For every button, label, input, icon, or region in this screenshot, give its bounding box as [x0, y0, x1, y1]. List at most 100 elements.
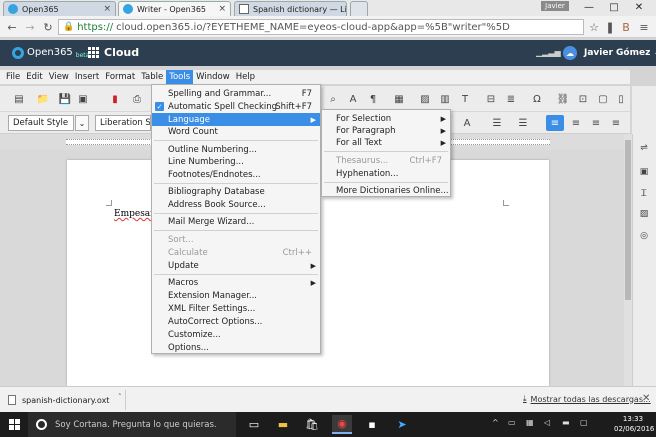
- menu-item-for-all-text[interactable]: For all Text ▶: [322, 136, 450, 149]
- forward-arrow-icon[interactable]: →: [22, 19, 38, 35]
- url-input[interactable]: 🔒 https:// cloud.open365.io/?EYETHEME_NA…: [58, 19, 584, 35]
- align-left-button[interactable]: ≡: [546, 115, 564, 131]
- sidebar-styles-icon[interactable]: Ꮖ: [638, 188, 650, 200]
- menu-item-extension-manager[interactable]: Extension Manager...: [152, 289, 320, 302]
- save-icon[interactable]: 💾: [58, 92, 72, 106]
- font-name-select[interactable]: Liberation Se: [95, 115, 151, 131]
- menu-item-address-book[interactable]: Address Book Source...: [152, 198, 320, 211]
- menu-item-bibliography[interactable]: Bibliography Database: [152, 185, 320, 198]
- menu-view[interactable]: View: [46, 70, 72, 84]
- insert-text-box-icon[interactable]: T: [458, 92, 472, 106]
- reload-icon[interactable]: ↻: [40, 19, 56, 35]
- task-view-icon[interactable]: ▭: [244, 415, 264, 434]
- menu-item-hyphenation[interactable]: Hyphenation...: [322, 167, 450, 180]
- menu-file[interactable]: File: [3, 70, 23, 84]
- menu-window[interactable]: Window: [193, 70, 233, 84]
- insert-image-icon[interactable]: ▨: [418, 92, 432, 106]
- menu-item-customize[interactable]: Customize...: [152, 328, 320, 341]
- numbered-list-icon[interactable]: ☰: [516, 116, 530, 130]
- sidebar-properties-icon[interactable]: ▣: [638, 166, 650, 178]
- sidebar-navigator-icon[interactable]: ◎: [638, 230, 650, 242]
- chevron-down-icon[interactable]: ⌄: [75, 115, 89, 131]
- formatting-marks-icon[interactable]: ¶: [366, 92, 380, 106]
- menu-format[interactable]: Format: [102, 70, 138, 84]
- system-clock[interactable]: 13:33 02/06/2016: [614, 414, 654, 434]
- menu-item-spelling[interactable]: Spelling and Grammar... F7: [152, 87, 320, 100]
- open365-logo[interactable]: Open365 beta: [12, 46, 89, 59]
- browser-user-badge[interactable]: Javier: [541, 1, 569, 11]
- bulleted-list-icon[interactable]: ☰: [490, 116, 504, 130]
- menu-item-autocorrect[interactable]: AutoCorrect Options...: [152, 315, 320, 328]
- insert-table-icon[interactable]: ▦: [392, 92, 406, 106]
- align-right-button[interactable]: ≡: [587, 115, 605, 131]
- comment-icon[interactable]: ▢: [596, 92, 610, 106]
- footnote-icon[interactable]: ⊡: [576, 92, 590, 106]
- menu-item-mail-merge[interactable]: Mail Merge Wizard...: [152, 215, 320, 228]
- menu-item-xml-filter[interactable]: XML Filter Settings...: [152, 302, 320, 315]
- maximize-button[interactable]: □: [603, 0, 625, 14]
- menu-item-auto-spell[interactable]: ✓ Automatic Spell Checking Shift+F7: [152, 100, 320, 113]
- menu-item-more-dictionaries[interactable]: More Dictionaries Online...: [322, 184, 450, 197]
- new-tab-button[interactable]: [350, 1, 368, 16]
- close-tab-icon[interactable]: ×: [218, 4, 226, 14]
- justify-button[interactable]: ≡: [607, 115, 625, 131]
- cortana-search-box[interactable]: Soy Cortana. Pregunta lo que quieras.: [28, 412, 236, 437]
- menu-item-macros[interactable]: Macros ▶: [152, 276, 320, 289]
- start-button[interactable]: [0, 412, 28, 437]
- volume-icon[interactable]: ◁: [544, 418, 550, 427]
- paragraph-style-select[interactable]: Default Style: [8, 115, 74, 131]
- cloud-apps-button[interactable]: Cloud: [88, 46, 139, 59]
- chrome-icon[interactable]: ◉: [332, 415, 352, 434]
- document-text[interactable]: Empesan: [114, 209, 156, 219]
- spelling-icon[interactable]: A: [346, 92, 360, 106]
- insert-page-break-icon[interactable]: ⊟: [484, 92, 498, 106]
- close-download-bar-icon[interactable]: ✕: [642, 393, 650, 404]
- extension-icon[interactable]: ❚: [602, 19, 618, 35]
- menu-tools[interactable]: Tools: [166, 70, 194, 84]
- sidebar-gallery-icon[interactable]: ▨: [638, 208, 650, 220]
- extension-b-icon[interactable]: B: [618, 19, 634, 35]
- track-changes-icon[interactable]: ▯: [614, 92, 628, 106]
- open-folder-icon[interactable]: 📁: [36, 92, 50, 106]
- export-pdf-icon[interactable]: ▮: [108, 92, 122, 106]
- align-center-button[interactable]: ≡: [567, 115, 585, 131]
- close-tab-icon[interactable]: ×: [103, 4, 111, 14]
- menu-table[interactable]: Table: [138, 70, 166, 84]
- insert-field-icon[interactable]: ≣: [504, 92, 518, 106]
- print-icon[interactable]: ⎙: [130, 92, 144, 106]
- cloud-sync-icon[interactable]: ☁: [563, 46, 577, 60]
- menu-item-calculate[interactable]: Calculate Ctrl++: [152, 246, 320, 259]
- show-all-downloads-link[interactable]: ⤓ Mostrar todas las descargas...: [523, 394, 651, 404]
- close-window-button[interactable]: ✕: [628, 0, 650, 14]
- battery-icon[interactable]: ▭: [508, 418, 516, 427]
- menu-item-word-count[interactable]: Word Count: [152, 125, 320, 138]
- find-replace-icon[interactable]: ⌕: [326, 92, 340, 106]
- bookmark-star-icon[interactable]: ☆: [586, 19, 602, 35]
- tab-open365[interactable]: Open365 ×: [3, 1, 116, 16]
- hyperlink-icon[interactable]: ⛓: [556, 92, 570, 106]
- file-explorer-icon[interactable]: ▬: [273, 415, 293, 434]
- menu-edit[interactable]: Edit: [23, 70, 45, 84]
- back-arrow-icon[interactable]: ←: [4, 19, 20, 35]
- menu-help[interactable]: Help: [233, 70, 258, 84]
- menu-item-thesaurus[interactable]: Thesaurus... Ctrl+F7: [322, 154, 450, 167]
- tab-spanish-dictionary[interactable]: Spanish dictionary — Libr ×: [234, 1, 347, 16]
- menu-item-options[interactable]: Options...: [152, 341, 320, 354]
- special-character-icon[interactable]: Ω: [530, 92, 544, 106]
- scrollbar-thumb[interactable]: [625, 140, 631, 300]
- minimize-button[interactable]: —: [578, 0, 600, 14]
- keyboard-icon[interactable]: ▬: [562, 418, 570, 427]
- menu-insert[interactable]: Insert: [72, 70, 102, 84]
- tab-writer[interactable]: Writer - Open365 ×: [118, 1, 231, 16]
- insert-chart-icon[interactable]: ▥: [438, 92, 452, 106]
- new-document-icon[interactable]: ▤: [12, 92, 26, 106]
- sidebar-settings-icon[interactable]: ⇌: [638, 142, 650, 154]
- highlight-color-icon[interactable]: A: [460, 116, 474, 130]
- menu-item-sort[interactable]: Sort...: [152, 233, 320, 246]
- store-icon[interactable]: 🛍: [302, 415, 322, 434]
- user-menu[interactable]: Javier Gómez ⌄: [584, 48, 656, 58]
- menu-icon[interactable]: ≡: [636, 19, 652, 35]
- menu-item-footnotes[interactable]: Footnotes/Endnotes...: [152, 168, 320, 181]
- menu-item-update[interactable]: Update ▶: [152, 259, 320, 272]
- tray-overflow-icon[interactable]: ^: [492, 418, 499, 427]
